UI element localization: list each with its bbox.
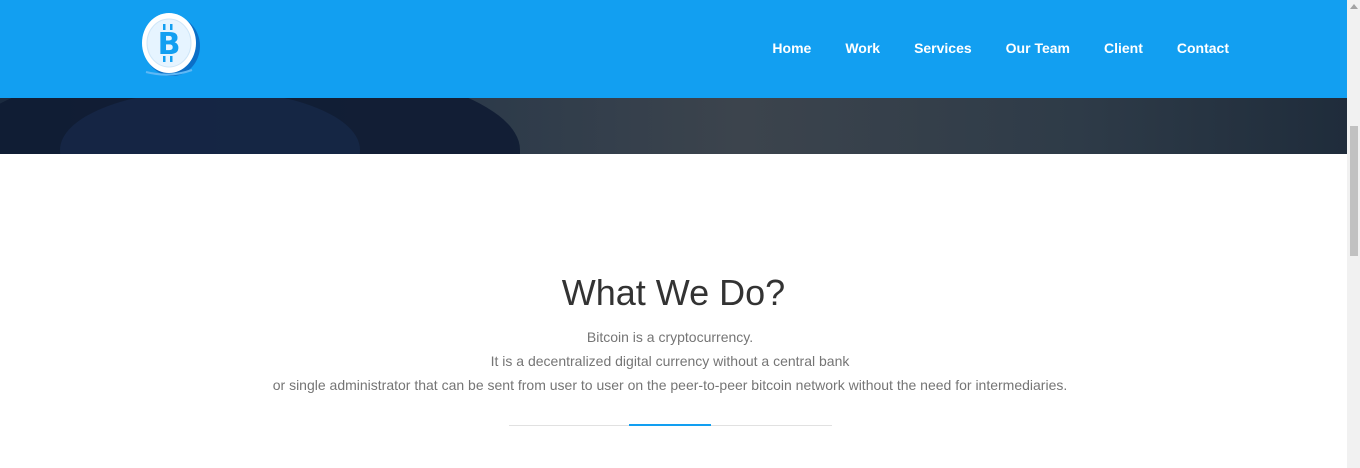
- section-description: Bitcoin is a cryptocurrency. It is a dec…: [0, 325, 1340, 397]
- page: B Home Work Services Our Team Client Con…: [0, 0, 1360, 468]
- scroll-up-arrow-icon[interactable]: [1350, 4, 1358, 9]
- nav-item-contact[interactable]: Contact: [1177, 40, 1229, 56]
- vertical-scrollbar[interactable]: [1347, 0, 1360, 468]
- section-title: What We Do?: [561, 272, 786, 313]
- description-line: Bitcoin is a cryptocurrency.: [586, 329, 754, 345]
- navbar: B Home Work Services Our Team Client Con…: [0, 0, 1347, 98]
- main-nav: Home Work Services Our Team Client Conta…: [772, 40, 1229, 56]
- section-divider-accent: [629, 424, 711, 426]
- nav-item-home[interactable]: Home: [772, 40, 811, 56]
- bitcoin-icon: B: [142, 13, 200, 76]
- nav-item-our-team[interactable]: Our Team: [1006, 40, 1070, 56]
- nav-item-services[interactable]: Services: [914, 40, 972, 56]
- description-line: or single administrator that can be sent…: [272, 377, 1068, 393]
- bitcoin-glyph: B: [158, 27, 181, 62]
- scrollbar-thumb[interactable]: [1350, 126, 1358, 256]
- what-we-do-section: What We Do? Bitcoin is a cryptocurrency.…: [0, 154, 1347, 468]
- nav-item-client[interactable]: Client: [1104, 40, 1143, 56]
- nav-item-work[interactable]: Work: [845, 40, 880, 56]
- description-line: It is a decentralized digital currency w…: [490, 353, 850, 369]
- bitcoin-logo-icon[interactable]: B: [140, 10, 200, 76]
